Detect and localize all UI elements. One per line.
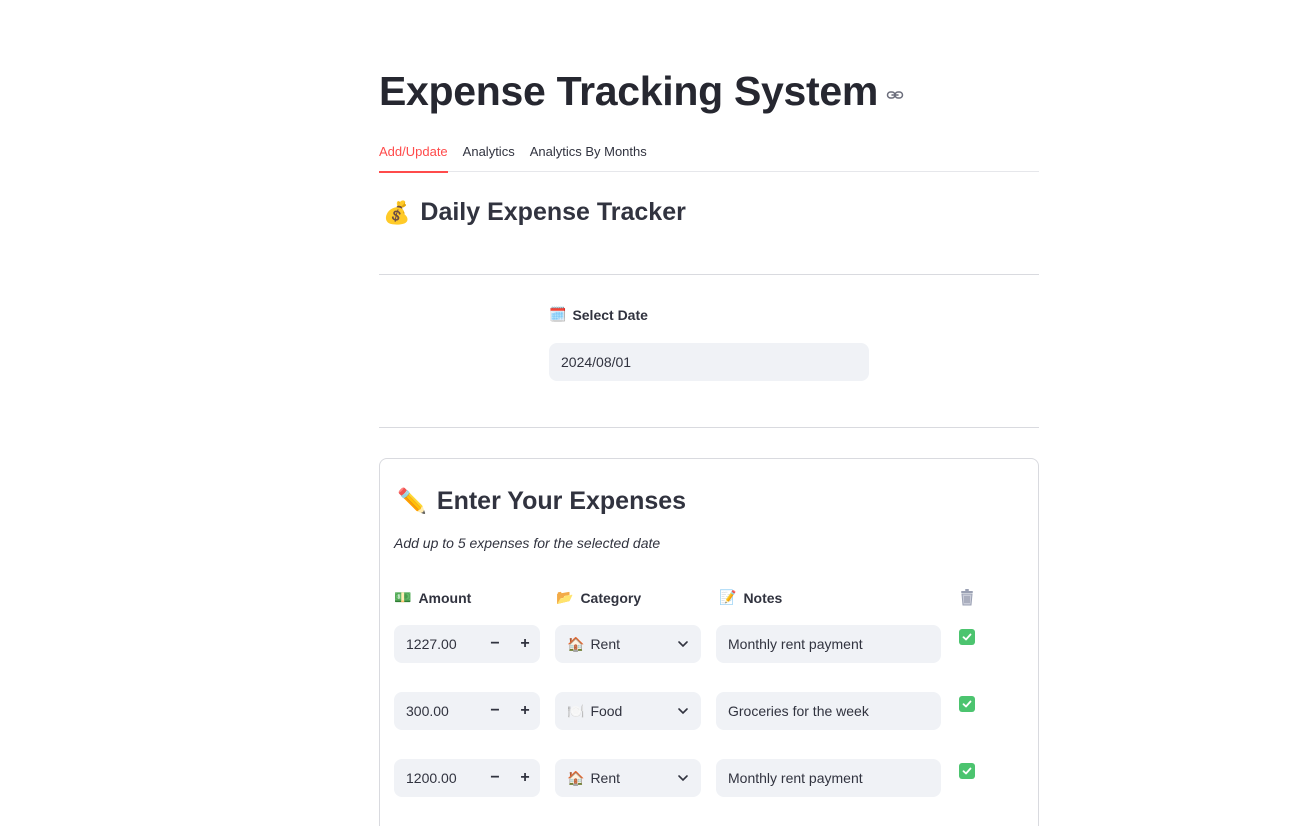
pencil-icon: ✏️: [397, 488, 427, 515]
amount-input[interactable]: 1227.00 − +: [394, 625, 540, 663]
folder-icon: 📂: [556, 589, 574, 605]
section-heading: 💰 Daily Expense Tracker: [383, 198, 686, 227]
amount-input[interactable]: 300.00 − +: [394, 692, 540, 730]
increment-button[interactable]: +: [510, 759, 540, 797]
chevron-down-icon: [678, 641, 688, 648]
section-heading-text: Daily Expense Tracker: [420, 198, 686, 226]
expense-row: 1200.00 − + 🏠 Rent Monthly rent payment: [380, 759, 1040, 797]
money-bag-icon: 💰: [383, 199, 411, 225]
tab-bar: Add/Update Analytics Analytics By Months: [379, 140, 1039, 173]
decrement-button[interactable]: −: [480, 759, 510, 797]
row-checkbox[interactable]: [959, 763, 975, 779]
category-select[interactable]: 🏠 Rent: [555, 759, 701, 797]
tab-analytics[interactable]: Analytics: [463, 140, 515, 172]
divider: [379, 274, 1039, 275]
category-select[interactable]: 🍽️ Food: [555, 692, 701, 730]
notes-input[interactable]: Groceries for the week: [716, 692, 941, 730]
date-input[interactable]: [549, 343, 869, 381]
column-header-amount-label: Amount: [418, 589, 472, 606]
column-header-category-label: Category: [580, 589, 642, 606]
calendar-icon: 🗓️: [549, 306, 567, 322]
plate-icon: 🍽️: [567, 702, 585, 719]
amount-value[interactable]: 300.00: [394, 703, 480, 719]
row-checkbox[interactable]: [959, 696, 975, 712]
date-label: 🗓️ Select Date: [549, 306, 869, 323]
amount-value[interactable]: 1200.00: [394, 770, 480, 786]
date-label-text: Select Date: [572, 306, 648, 323]
column-header-amount: 💵 Amount: [394, 589, 471, 606]
dollar-banknote-icon: 💵: [394, 589, 412, 605]
check-icon: [962, 700, 972, 708]
memo-icon: 📝: [719, 589, 737, 605]
amount-value[interactable]: 1227.00: [394, 636, 480, 652]
chevron-down-icon: [678, 775, 688, 782]
category-value: Rent: [590, 770, 621, 786]
amount-input[interactable]: 1200.00 − +: [394, 759, 540, 797]
expense-form-heading: ✏️ Enter Your Expenses: [397, 487, 686, 516]
expense-form-caption: Add up to 5 expenses for the selected da…: [394, 535, 661, 551]
increment-button[interactable]: +: [510, 692, 540, 730]
expense-form-card: ✏️ Enter Your Expenses Add up to 5 expen…: [379, 458, 1039, 826]
decrement-button[interactable]: −: [480, 692, 510, 730]
divider: [379, 427, 1039, 428]
house-icon: 🏠: [567, 635, 585, 652]
column-header-notes: 📝 Notes: [719, 589, 782, 606]
category-select[interactable]: 🏠 Rent: [555, 625, 701, 663]
house-icon: 🏠: [567, 769, 585, 786]
expense-form-heading-text: Enter Your Expenses: [436, 487, 687, 515]
tab-analytics-by-months[interactable]: Analytics By Months: [530, 140, 647, 172]
tab-add-update[interactable]: Add/Update: [379, 140, 448, 173]
column-header-category: 📂 Category: [556, 589, 641, 606]
chevron-down-icon: [678, 708, 688, 715]
category-value: Food: [590, 703, 623, 719]
row-checkbox[interactable]: [959, 629, 975, 645]
page-header: Expense Tracking System: [379, 68, 904, 115]
category-value: Rent: [590, 636, 621, 652]
decrement-button[interactable]: −: [480, 625, 510, 663]
notes-input[interactable]: Monthly rent payment: [716, 759, 941, 797]
increment-button[interactable]: +: [510, 625, 540, 663]
column-header-notes-label: Notes: [743, 589, 783, 606]
expense-row: 300.00 − + 🍽️ Food Groceries for the wee…: [380, 692, 1040, 730]
trash-icon: [959, 588, 975, 606]
notes-input[interactable]: Monthly rent payment: [716, 625, 941, 663]
expense-row: 1227.00 − + 🏠 Rent Monthly rent payment: [380, 625, 1040, 663]
date-picker-block: 🗓️ Select Date: [549, 306, 869, 381]
page-title: Expense Tracking System: [379, 68, 879, 114]
check-icon: [962, 633, 972, 641]
check-icon: [962, 767, 972, 775]
anchor-link-icon[interactable]: [886, 86, 904, 104]
